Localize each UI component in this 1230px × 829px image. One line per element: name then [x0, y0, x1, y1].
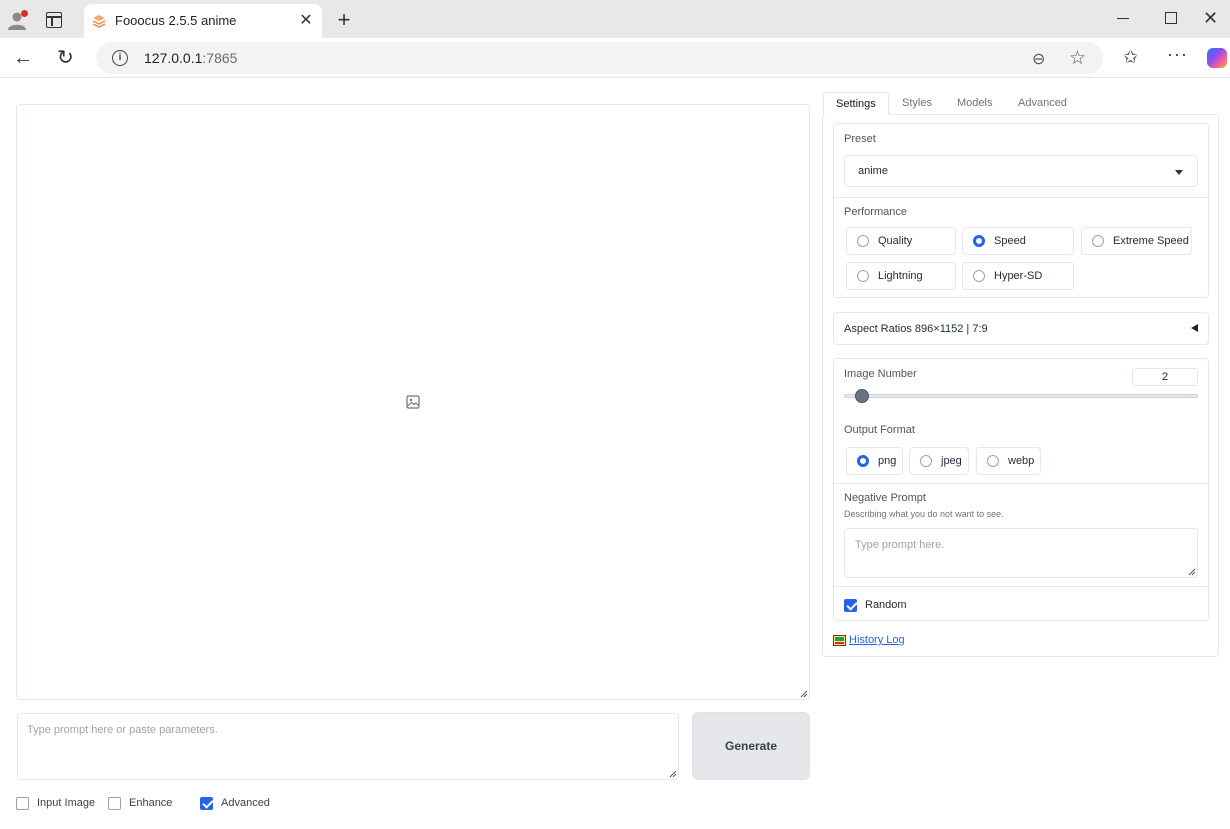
checkbox-label: Input Image	[37, 797, 96, 809]
input-image-checkbox[interactable]: Input Image	[16, 795, 95, 811]
history-log-link[interactable]: History Log	[849, 634, 905, 646]
radio-label: Lightning	[878, 270, 923, 282]
radio-circle[interactable]	[973, 235, 985, 247]
radio-circle[interactable]	[857, 455, 869, 467]
url-host: 127.0.0.1	[144, 50, 203, 66]
tab-actions-icon[interactable]	[46, 12, 62, 28]
performance-speed-radio[interactable]: Speed	[962, 227, 1074, 255]
back-icon[interactable]: ←	[13, 47, 33, 70]
generation-options-block: Image Number 2 Output Format png jpeg we…	[833, 358, 1209, 621]
checkbox-label: Advanced	[221, 797, 270, 809]
caret-left-icon[interactable]	[1191, 324, 1198, 332]
preset-dropdown[interactable]: anime	[844, 155, 1198, 187]
aspect-ratios-label: Aspect Ratios 896×1152 | 7:9	[844, 323, 988, 335]
negative-prompt-label: Negative Prompt	[844, 492, 926, 504]
checkbox-box[interactable]	[844, 598, 857, 612]
random-seed-checkbox[interactable]: Random	[844, 597, 907, 613]
notification-dot	[21, 10, 28, 17]
radio-circle[interactable]	[1092, 235, 1104, 247]
slider-thumb[interactable]	[854, 389, 869, 403]
tab-title: Fooocus 2.5.5 anime	[115, 13, 237, 28]
radio-label: jpeg	[941, 455, 962, 467]
tab-close-icon[interactable]: ✕	[296, 11, 316, 31]
browser-toolbar: ← ↻ i 127.0.0.1:7865 ⊖ ☆ ✩ ···	[0, 38, 1230, 78]
performance-quality-radio[interactable]: Quality	[846, 227, 956, 255]
image-number-slider[interactable]	[844, 394, 1198, 398]
new-tab-icon[interactable]: +	[333, 9, 355, 31]
output-format-label: Output Format	[844, 424, 915, 436]
prompt-placeholder: Type prompt here or paste parameters.	[27, 724, 218, 736]
resize-grip-icon[interactable]	[800, 690, 808, 698]
preset-performance-block: Preset anime Performance Quality Speed E…	[833, 123, 1209, 298]
copilot-icon[interactable]	[1207, 48, 1227, 68]
preset-label: Preset	[844, 133, 876, 145]
site-info-icon[interactable]: i	[112, 50, 128, 66]
output-format-webp-radio[interactable]: webp	[976, 447, 1041, 475]
preset-value: anime	[858, 165, 888, 177]
checkbox-label: Random	[865, 599, 907, 611]
radio-circle[interactable]	[857, 235, 869, 247]
negative-prompt-placeholder: Type prompt here.	[855, 539, 945, 551]
divider	[834, 197, 1208, 198]
reload-icon[interactable]: ↻	[57, 45, 74, 70]
maximize-icon[interactable]	[1165, 12, 1177, 24]
performance-label: Performance	[844, 206, 907, 218]
radio-label: webp	[1008, 455, 1035, 467]
history-log-icon	[833, 634, 846, 646]
checkbox-box[interactable]	[108, 796, 121, 810]
tab-advanced[interactable]: Advanced	[1006, 92, 1079, 115]
favorites-icon[interactable]: ✩	[1123, 47, 1138, 68]
url-port: :7865	[202, 50, 238, 66]
minimize-icon[interactable]	[1117, 18, 1129, 20]
image-gallery	[16, 104, 810, 700]
radio-label: png	[878, 455, 897, 467]
resize-grip-icon[interactable]	[1188, 568, 1196, 576]
browser-tab[interactable]: Fooocus 2.5.5 anime ✕	[84, 4, 322, 38]
radio-circle[interactable]	[973, 270, 985, 282]
checkbox-box[interactable]	[200, 796, 213, 810]
zoom-out-icon[interactable]: ⊖	[1032, 49, 1045, 69]
address-bar[interactable]: i 127.0.0.1:7865 ⊖ ☆	[96, 42, 1103, 74]
tab-models[interactable]: Models	[945, 92, 1004, 115]
radio-circle[interactable]	[987, 455, 999, 467]
image-number-label: Image Number	[844, 368, 917, 380]
prompt-input[interactable]: Type prompt here or paste parameters.	[17, 713, 679, 780]
more-menu-icon[interactable]: ···	[1167, 44, 1188, 65]
checkbox-label: Enhance	[129, 797, 173, 809]
divider	[834, 483, 1208, 484]
image-number-input[interactable]: 2	[1132, 368, 1198, 386]
radio-label: Speed	[994, 235, 1026, 247]
performance-hyper-sd-radio[interactable]: Hyper-SD	[962, 262, 1074, 290]
add-favorite-icon[interactable]: ☆	[1069, 47, 1086, 70]
negative-prompt-input[interactable]: Type prompt here.	[844, 528, 1198, 578]
divider	[834, 586, 1208, 587]
chevron-down-icon	[1175, 170, 1183, 175]
advanced-checkbox[interactable]: Advanced	[200, 795, 270, 811]
radio-label: Quality	[878, 235, 913, 247]
negative-prompt-sublabel: Describing what you do not want to see.	[844, 509, 1004, 519]
history-log-link-row[interactable]: History Log	[833, 634, 905, 646]
output-format-png-radio[interactable]: png	[846, 447, 903, 475]
browser-titlebar: Fooocus 2.5.5 anime ✕ + ✕	[0, 0, 1230, 38]
generate-button[interactable]: Generate	[692, 712, 810, 780]
radio-circle[interactable]	[857, 270, 869, 282]
radio-label: Extreme Speed	[1113, 235, 1189, 247]
performance-lightning-radio[interactable]: Lightning	[846, 262, 956, 290]
tab-settings[interactable]: Settings	[823, 92, 889, 115]
radio-label: Hyper-SD	[994, 270, 1043, 282]
output-format-jpeg-radio[interactable]: jpeg	[909, 447, 969, 475]
tab-styles[interactable]: Styles	[890, 92, 944, 115]
checkbox-box[interactable]	[16, 796, 29, 810]
window-close-icon[interactable]: ✕	[1203, 8, 1218, 29]
radio-circle[interactable]	[920, 455, 932, 467]
enhance-checkbox[interactable]: Enhance	[108, 795, 172, 811]
resize-grip-icon[interactable]	[669, 770, 677, 778]
performance-extreme-speed-radio[interactable]: Extreme Speed	[1081, 227, 1192, 255]
fooocus-favicon-icon	[92, 15, 106, 28]
aspect-ratios-accordion[interactable]: Aspect Ratios 896×1152 | 7:9	[833, 312, 1209, 345]
url-text: 127.0.0.1:7865	[144, 50, 237, 66]
image-placeholder-icon	[406, 395, 420, 409]
